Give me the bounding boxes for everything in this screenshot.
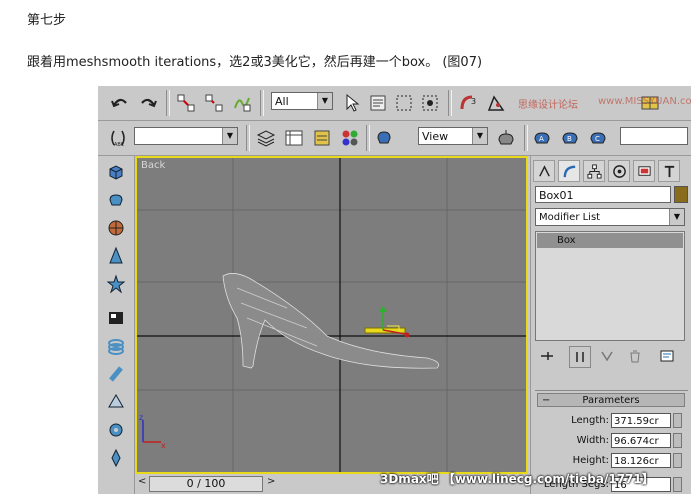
length-spinner[interactable]: [673, 413, 682, 428]
stack-buttons: [535, 346, 689, 368]
command-panel: Box01 Modifier List ▼ Box − Parameters L…: [530, 156, 691, 494]
modifier-stack: Box: [535, 231, 685, 341]
configure-modifier-sets-icon[interactable]: [657, 346, 677, 366]
create-gear-icon[interactable]: [104, 418, 128, 442]
svg-text:x: x: [161, 441, 166, 450]
unlink-icon[interactable]: [202, 91, 226, 115]
create-tab-icon[interactable]: [533, 160, 555, 182]
height-spinner[interactable]: [673, 453, 682, 468]
height-input[interactable]: 18.126cr: [611, 453, 671, 468]
secondary-toolbar: ABC ▼ View ▼ A B C: [98, 121, 691, 156]
named-selection-sets-dropdown[interactable]: ▼: [134, 127, 238, 145]
named-selection-icon[interactable]: ABC: [106, 126, 130, 150]
show-end-result-icon[interactable]: [569, 346, 591, 368]
create-torus-icon[interactable]: [104, 334, 128, 358]
track-view-icon[interactable]: [282, 126, 306, 150]
window-crossing-icon[interactable]: [418, 91, 442, 115]
create-star-icon[interactable]: [104, 272, 128, 296]
modify-tab-icon[interactable]: [558, 160, 580, 182]
pin-stack-icon[interactable]: [537, 346, 557, 366]
redo-icon[interactable]: [136, 91, 160, 115]
max-screenshot: All ▼ 3 ABC ▼ View ▼ A B C z x Back 思缘设计…: [98, 86, 691, 494]
stack-item-box[interactable]: Box: [537, 233, 683, 248]
remove-modifier-icon[interactable]: [625, 346, 645, 366]
bind-to-space-warp-icon[interactable]: [230, 91, 254, 115]
width-input[interactable]: 96.674cr: [611, 433, 671, 448]
length-input[interactable]: 371.59cr: [611, 413, 671, 428]
select-and-link-icon[interactable]: [174, 91, 198, 115]
svg-text:B: B: [567, 135, 572, 143]
length-segs-spinner[interactable]: [673, 477, 682, 492]
axis-tripod: z x: [139, 413, 166, 450]
create-plane-icon[interactable]: [104, 306, 128, 330]
left-toolbar: [98, 156, 135, 494]
render-scene-icon[interactable]: [372, 126, 396, 150]
make-unique-icon[interactable]: [597, 346, 617, 366]
svg-text:A: A: [539, 135, 544, 143]
watermark-url: www.MISSYUAN.com: [598, 96, 691, 107]
quick-render-icon[interactable]: [494, 126, 518, 150]
high-heel-mesh: [222, 273, 440, 369]
object-name-field[interactable]: Box01: [535, 186, 671, 203]
article-paragraph: 跟着用meshsmooth iterations，选2或3美化它，然后再建一个b…: [27, 55, 483, 70]
svg-text:3: 3: [471, 97, 476, 106]
forum-caption: 3Dmax吧 【www.linecg.com/tieba/1771】: [380, 472, 654, 486]
motion-tab-icon[interactable]: [608, 160, 630, 182]
render-preset-field[interactable]: [620, 127, 688, 145]
hierarchy-tab-icon[interactable]: [583, 160, 605, 182]
modifier-list-dropdown[interactable]: Modifier List ▼: [535, 208, 685, 226]
create-pyramid-icon[interactable]: [104, 390, 128, 414]
time-slider-thumb[interactable]: 0 / 100: [149, 476, 263, 492]
select-by-name-icon[interactable]: [366, 91, 390, 115]
chevron-down-icon: ▼: [472, 128, 487, 144]
svg-text:C: C: [595, 135, 600, 143]
param-row-height: Height: 18.126cr: [537, 453, 685, 469]
create-teapot-icon[interactable]: [104, 188, 128, 212]
command-panel-tabs: [533, 160, 689, 182]
width-spinner[interactable]: [673, 433, 682, 448]
param-row-width: Width: 96.674cr: [537, 433, 685, 449]
collapse-icon: −: [542, 395, 551, 406]
render-a-icon[interactable]: A: [530, 126, 554, 150]
back-viewport[interactable]: z x Back: [135, 156, 528, 474]
parameters-rollout-header[interactable]: − Parameters: [537, 393, 685, 407]
display-tab-icon[interactable]: [633, 160, 655, 182]
object-color-swatch[interactable]: [674, 186, 688, 203]
param-row-length: Length: 371.59cr: [537, 413, 685, 429]
article-step-title: 第七步: [27, 13, 67, 28]
time-slider-next[interactable]: >: [267, 476, 275, 487]
create-box-icon[interactable]: [104, 160, 128, 184]
viewport-scene: z x: [137, 158, 526, 472]
schematic-view-icon[interactable]: [310, 126, 334, 150]
render-c-icon[interactable]: C: [586, 126, 610, 150]
box01-gizmo: [364, 306, 410, 338]
selection-filter-dropdown[interactable]: All ▼: [271, 92, 333, 110]
angle-snap-icon[interactable]: [484, 91, 508, 115]
rectangular-selection-icon[interactable]: [392, 91, 416, 115]
material-editor-icon[interactable]: [338, 126, 362, 150]
chevron-down-icon: ▼: [317, 93, 332, 109]
select-and-move-icon[interactable]: 3: [456, 91, 480, 115]
create-tube-icon[interactable]: [104, 362, 128, 386]
create-spindle-icon[interactable]: [104, 446, 128, 470]
undo-icon[interactable]: [108, 91, 132, 115]
create-sphere-icon[interactable]: [104, 216, 128, 240]
render-view-dropdown[interactable]: View ▼: [418, 127, 488, 145]
create-cone-icon[interactable]: [104, 244, 128, 268]
chevron-down-icon: ▼: [669, 209, 684, 225]
select-object-icon[interactable]: [340, 91, 364, 115]
watermark-text: 思缘设计论坛: [518, 100, 578, 111]
svg-text:z: z: [139, 413, 143, 422]
layer-manager-icon[interactable]: [254, 126, 278, 150]
time-slider-prev[interactable]: <: [138, 476, 146, 487]
utilities-tab-icon[interactable]: [658, 160, 680, 182]
chevron-down-icon: ▼: [222, 128, 237, 144]
svg-text:ABC: ABC: [114, 142, 125, 148]
viewport-label: Back: [141, 160, 166, 171]
render-b-icon[interactable]: B: [558, 126, 582, 150]
